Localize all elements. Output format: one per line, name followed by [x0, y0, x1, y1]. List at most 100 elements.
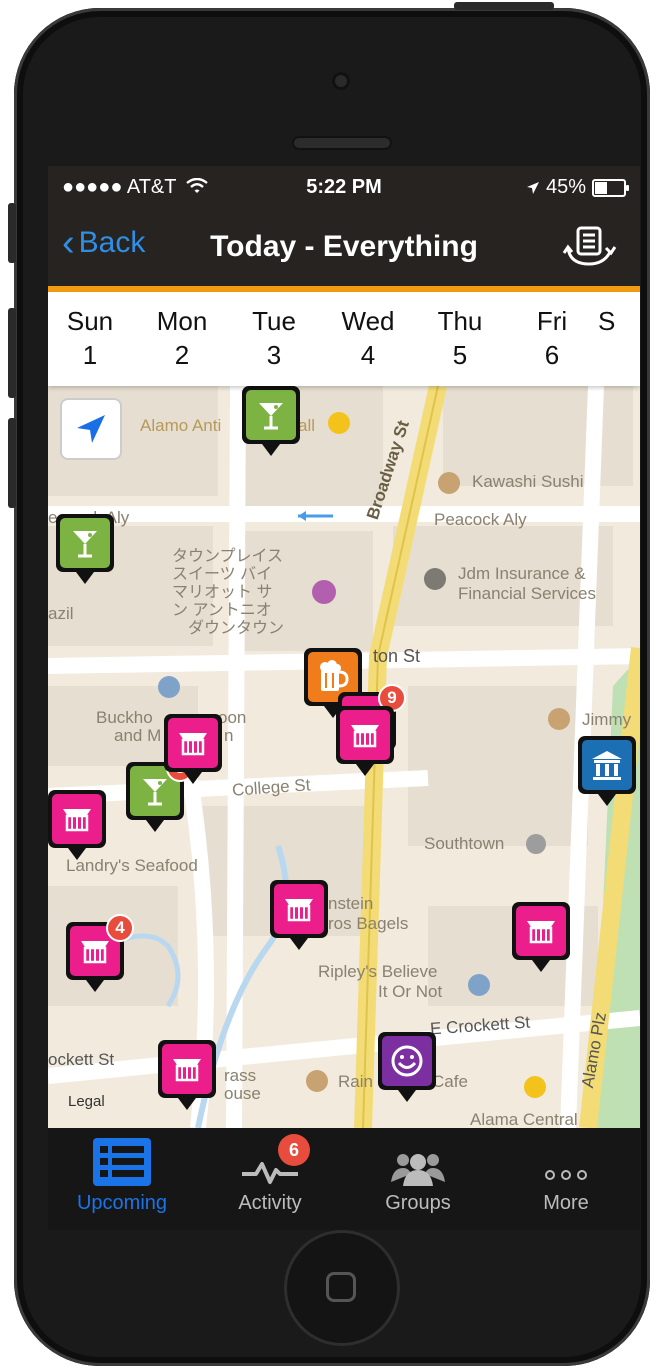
- map-label: ダウンタウン: [188, 620, 285, 637]
- map-pin-cocktail[interactable]: [242, 386, 300, 456]
- map-pin-shopping[interactable]: 4: [66, 914, 134, 992]
- map-pin-shopping[interactable]: [158, 1040, 216, 1110]
- map-label: ton St: [373, 646, 421, 666]
- map-label: Ripley's Believe: [318, 962, 438, 981]
- tab-groups[interactable]: Groups: [344, 1128, 492, 1230]
- museum-icon: [592, 751, 622, 780]
- map-pin-smiley[interactable]: [378, 1032, 436, 1102]
- restaurant-icon: [306, 1070, 328, 1092]
- pin-face: [516, 906, 566, 956]
- pin-face: [274, 884, 324, 934]
- map-label: n: [224, 726, 234, 745]
- restaurant-icon: [438, 472, 460, 494]
- pin-pointer: [353, 760, 377, 776]
- pin-pointer: [529, 956, 553, 972]
- day-fri[interactable]: Fri 6: [512, 304, 592, 372]
- museum-poi-icon: [158, 676, 180, 698]
- pin-frame: [48, 790, 106, 848]
- location-arrow-icon: [526, 181, 539, 194]
- map-pin-museum[interactable]: [578, 736, 636, 806]
- map-label: nstein: [328, 894, 374, 913]
- pin-pointer: [175, 1094, 199, 1110]
- restaurant-icon: [548, 708, 570, 730]
- sync-list-icon[interactable]: [560, 218, 618, 276]
- map-pin-shopping[interactable]: [512, 902, 570, 972]
- nav-bar: ‹ Back Today - Everything: [48, 208, 640, 292]
- home-button[interactable]: [284, 1230, 400, 1346]
- tab-bar: Upcoming 6 Activity Groups More: [48, 1128, 640, 1230]
- shopping-icon: [527, 921, 555, 944]
- screen: ●●●●● AT&T 5:22 PM 45% ‹ Back Today - Ev…: [48, 166, 640, 1230]
- pin-pointer: [73, 568, 97, 584]
- earpiece-speaker: [292, 136, 392, 150]
- volume-up-button: [8, 308, 16, 398]
- pin-pointer: [287, 934, 311, 950]
- map-label: Buckho: [96, 708, 153, 727]
- map-pin-cocktail[interactable]: [56, 514, 114, 584]
- map-label: azil: [48, 604, 74, 623]
- pin-frame: [56, 514, 114, 572]
- map-label: ockett St: [48, 1050, 115, 1069]
- tab-upcoming[interactable]: Upcoming: [48, 1128, 196, 1230]
- map-pin-shopping[interactable]: [270, 880, 328, 950]
- map-view[interactable]: Alamo Anti all Kawashi Sushi eacock Aly …: [48, 386, 640, 1128]
- tab-activity[interactable]: 6 Activity: [196, 1128, 344, 1230]
- map-label: Financial Services: [458, 584, 596, 603]
- day-number: 1: [82, 340, 98, 370]
- map-pin-shopping[interactable]: [164, 714, 222, 784]
- map-label: Jdm Insurance &: [458, 564, 586, 583]
- pin-pointer: [259, 440, 283, 456]
- tab-label: Upcoming: [76, 1192, 168, 1214]
- museum-poi-icon: [468, 974, 490, 996]
- pin-frame: [164, 714, 222, 772]
- pin-pointer: [395, 1086, 419, 1102]
- current-location-button[interactable]: [60, 398, 122, 460]
- pin-face: [246, 390, 296, 440]
- status-bar: ●●●●● AT&T 5:22 PM 45%: [48, 166, 640, 208]
- shopping-cart-icon: [524, 1076, 546, 1098]
- location-arrow-icon: [77, 415, 105, 443]
- map-label: rass: [224, 1066, 257, 1085]
- day-sun[interactable]: Sun 1: [50, 304, 130, 372]
- pin-face: [582, 740, 632, 790]
- map-pin-shopping[interactable]: [48, 790, 106, 860]
- day-name: Wed: [341, 306, 395, 336]
- map-label: Rain: [338, 1072, 373, 1091]
- back-button[interactable]: ‹ Back: [62, 224, 146, 262]
- day-name: Tue: [252, 306, 296, 336]
- shopping-icon: [285, 899, 313, 922]
- day-sat[interactable]: S: [598, 304, 640, 338]
- day-name: Mon: [156, 306, 208, 336]
- pin-frame: [270, 880, 328, 938]
- tab-icon-wrap: [48, 1128, 196, 1186]
- tab-label: Groups: [385, 1192, 451, 1214]
- map-label: oon: [218, 708, 247, 727]
- pin-face: [340, 710, 390, 760]
- smiley-icon: [391, 1045, 423, 1077]
- mall-icon: [526, 834, 546, 854]
- day-name: Thu: [437, 306, 483, 336]
- map-pin-shopping[interactable]: [336, 706, 394, 776]
- pin-frame: [378, 1032, 436, 1090]
- tab-label: Activity: [238, 1192, 302, 1214]
- legal-link[interactable]: Legal: [68, 1093, 105, 1110]
- people-icon: [391, 1154, 445, 1186]
- pin-face: [52, 794, 102, 844]
- mute-switch: [8, 203, 16, 263]
- pin-face: [168, 718, 218, 768]
- tab-more[interactable]: More: [492, 1128, 640, 1230]
- map-label: Peacock Aly: [434, 510, 527, 529]
- day-wed[interactable]: Wed 4: [328, 304, 408, 372]
- tab-icon-wrap: 6: [196, 1128, 344, 1186]
- back-label: Back: [78, 226, 146, 259]
- beer-icon: [320, 660, 349, 691]
- list-icon: [93, 1138, 151, 1186]
- day-tue[interactable]: Tue 3: [234, 304, 314, 372]
- map-label: all: [298, 416, 316, 435]
- day-thu[interactable]: Thu 5: [420, 304, 500, 372]
- day-mon[interactable]: Mon 2: [142, 304, 222, 372]
- pin-pointer: [181, 768, 205, 784]
- hotel-icon: [312, 580, 336, 604]
- day-number: 5: [452, 340, 468, 370]
- bank-icon: [424, 568, 446, 590]
